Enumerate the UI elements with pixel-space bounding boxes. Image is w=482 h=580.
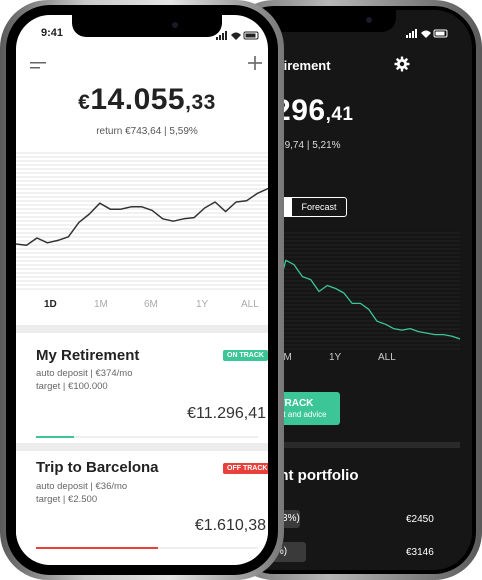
front-phone-frame: 9:41 €14.055,33 return €743,64 | 5,59% 1… bbox=[0, 0, 284, 580]
return-text: return €743,64 | 5,59% bbox=[96, 126, 198, 137]
goal-title: My Retirement bbox=[36, 347, 140, 364]
balance-main: 14.055 bbox=[90, 83, 186, 116]
menu-icon bbox=[30, 62, 46, 69]
menu-button[interactable] bbox=[30, 59, 46, 77]
status-time: 9:41 bbox=[41, 27, 64, 39]
goal-amount: €11.296,41 bbox=[187, 405, 266, 422]
signal-wifi-battery-icon bbox=[216, 31, 259, 40]
camera-icon bbox=[366, 17, 372, 23]
tab-6m[interactable]: 6M bbox=[144, 299, 158, 310]
chart-area bbox=[16, 150, 268, 290]
auto-deposit-text: auto deposit | €374/mo bbox=[36, 368, 133, 379]
status-icons bbox=[406, 26, 450, 38]
tab-1y[interactable]: 1Y bbox=[329, 352, 341, 363]
section-divider bbox=[16, 443, 268, 451]
tab-1y[interactable]: 1Y bbox=[196, 299, 208, 310]
balance-currency: € bbox=[78, 91, 91, 114]
camera-icon bbox=[172, 22, 178, 28]
goal-title: Trip to Barcelona bbox=[36, 459, 159, 476]
performance-chart bbox=[16, 187, 268, 246]
front-phone-screen: 9:41 €14.055,33 return €743,64 | 5,59% 1… bbox=[16, 15, 268, 565]
goal-card[interactable]: My Retirement ON TRACK auto deposit | €3… bbox=[16, 333, 268, 443]
section-divider bbox=[16, 325, 268, 333]
progress-fill bbox=[36, 547, 159, 549]
toggle-forecast[interactable]: Forecast bbox=[292, 198, 346, 216]
plus-icon bbox=[248, 56, 262, 70]
goal-card[interactable]: Trip to Barcelona OFF TRACK auto deposit… bbox=[16, 451, 268, 561]
auto-deposit-text: auto deposit | €36/mo bbox=[36, 481, 128, 492]
tab-all[interactable]: ALL bbox=[241, 299, 259, 310]
front-notch bbox=[72, 15, 222, 37]
target-text: target | €100.000 bbox=[36, 381, 108, 392]
target-text: target | €2.500 bbox=[36, 494, 98, 505]
tab-all[interactable]: ALL bbox=[378, 352, 396, 363]
front-phone-bezel: 9:41 €14.055,33 return €743,64 | 5,59% 1… bbox=[6, 5, 278, 575]
add-button[interactable] bbox=[248, 56, 262, 75]
settings-gear-icon[interactable] bbox=[394, 56, 410, 77]
balance: €14.055,33 bbox=[16, 83, 268, 117]
progress-track bbox=[36, 547, 258, 549]
tab-1d[interactable]: 1D bbox=[44, 299, 57, 310]
tab-1m[interactable]: 1M bbox=[94, 299, 108, 310]
gear-icon bbox=[394, 56, 410, 72]
status-icons bbox=[216, 28, 262, 46]
balance-decimals: ,41 bbox=[325, 104, 354, 125]
portfolio-row-value: €2450 bbox=[406, 514, 434, 525]
signal-wifi-battery-icon bbox=[406, 29, 448, 38]
progress-fill bbox=[36, 436, 74, 438]
balance-decimals: ,33 bbox=[185, 91, 216, 114]
series-line bbox=[16, 187, 268, 246]
status-badge: ON TRACK bbox=[223, 350, 268, 361]
portfolio-row-value: €3146 bbox=[406, 547, 434, 558]
goal-amount: €1.610,38 bbox=[194, 517, 266, 534]
status-badge: OFF TRACK bbox=[223, 463, 268, 474]
progress-track bbox=[36, 436, 258, 438]
